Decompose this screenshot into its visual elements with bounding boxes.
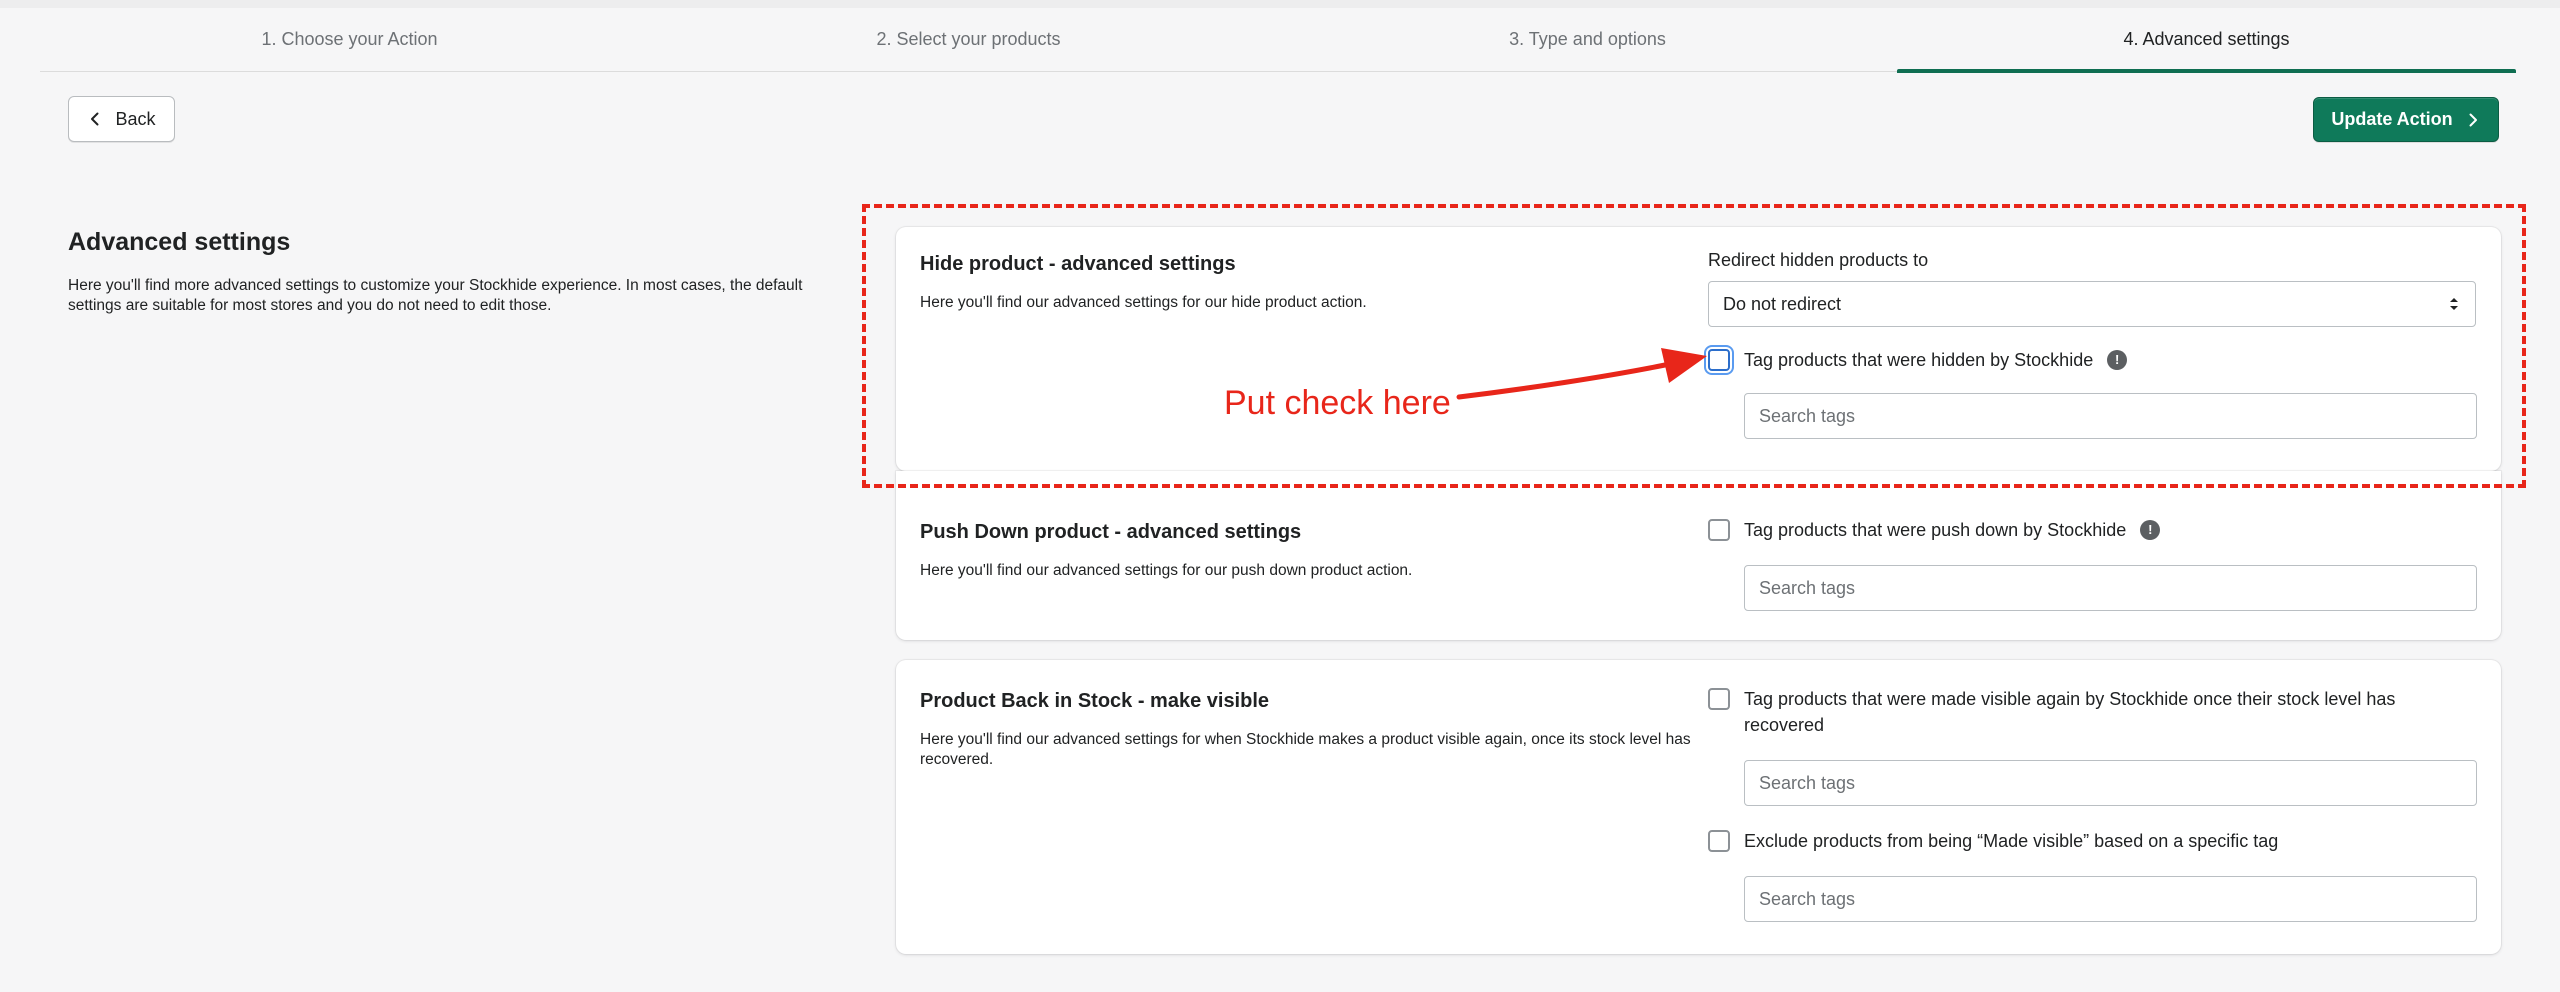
push-down-tag-checkbox[interactable] — [1708, 519, 1730, 541]
chevron-left-icon — [87, 111, 103, 127]
info-icon[interactable]: ! — [2107, 350, 2128, 371]
card-header: Push Down product - advanced settings He… — [920, 519, 1700, 581]
card-title: Product Back in Stock - make visible — [920, 690, 1270, 712]
made-visible-tags-search-input[interactable] — [1744, 760, 2477, 806]
annotation-text: Put check here — [1224, 384, 1451, 422]
card-description: Here you'll find our advanced settings f… — [920, 562, 1413, 579]
step-label: 2. Select your products — [876, 29, 1061, 49]
hide-tag-checkbox-row: Tag products that were hidden by Stockhi… — [1708, 347, 2476, 373]
push-down-tag-text: Tag products that were push down by Stoc… — [1744, 517, 2161, 543]
back-in-stock-options: Tag products that were made visible agai… — [1708, 686, 2477, 922]
push-down-tag-label: Tag products that were push down by Stoc… — [1744, 520, 2127, 540]
update-action-button[interactable]: Update Action — [2313, 97, 2499, 142]
info-icon[interactable]: ! — [2140, 520, 2161, 541]
hide-product-card: Hide product - advanced settings Here yo… — [896, 227, 2501, 471]
push-down-tags-search-input[interactable] — [1744, 565, 2477, 611]
page-description: Here you'll find more advanced settings … — [68, 277, 803, 314]
push-down-tag-option: Tag products that were push down by Stoc… — [1708, 517, 2477, 611]
card-title: Push Down product - advanced settings — [920, 521, 1302, 543]
hide-tags-search-input[interactable] — [1744, 393, 2477, 439]
hide-tag-label: Tag products that were hidden by Stockhi… — [1744, 350, 2094, 370]
back-button[interactable]: Back — [68, 96, 175, 142]
card-header: Hide product - advanced settings Here yo… — [920, 251, 1700, 313]
update-label: Update Action — [2331, 109, 2453, 129]
made-visible-tag-checkbox[interactable] — [1708, 688, 1730, 710]
card-description: Here you'll find our advanced settings f… — [920, 731, 1691, 768]
push-down-card: Push Down product - advanced settings He… — [896, 471, 2501, 640]
hide-tag-option: Tag products that were hidden by Stockhi… — [1708, 347, 2477, 439]
hide-tag-checkbox[interactable] — [1708, 349, 1730, 371]
hide-tag-text: Tag products that were hidden by Stockhi… — [1744, 347, 2128, 373]
push-down-checkbox-row: Tag products that were push down by Stoc… — [1708, 517, 2476, 543]
back-label: Back — [115, 108, 156, 129]
card-title: Hide product - advanced settings — [920, 253, 1236, 275]
redirect-value: Do not redirect — [1723, 293, 1842, 314]
redirect-field: Redirect hidden products to Do not redir… — [1708, 250, 2476, 327]
card-header: Product Back in Stock - make visible Her… — [920, 688, 1700, 770]
step-advanced-settings[interactable]: 4. Advanced settings — [1897, 8, 2516, 73]
back-in-stock-card: Product Back in Stock - make visible Her… — [896, 660, 2501, 954]
chevron-right-icon — [2465, 112, 2481, 128]
exclude-tag-checkbox[interactable] — [1708, 830, 1730, 852]
made-visible-checkbox-row: Tag products that were made visible agai… — [1708, 686, 2476, 738]
exclude-tag-label: Exclude products from being “Made visibl… — [1744, 831, 2279, 851]
redirect-select[interactable]: Do not redirect — [1708, 281, 2476, 327]
step-select-products[interactable]: 2. Select your products — [659, 8, 1278, 71]
select-arrows-icon — [2449, 295, 2459, 313]
step-label: 1. Choose your Action — [261, 29, 438, 49]
step-tabs: 1. Choose your Action 2. Select your pro… — [40, 8, 2516, 73]
made-visible-tag-label: Tag products that were made visible agai… — [1744, 689, 2396, 735]
step-choose-action[interactable]: 1. Choose your Action — [40, 8, 659, 71]
step-label: 4. Advanced settings — [2123, 29, 2290, 49]
step-label: 3. Type and options — [1509, 29, 1666, 49]
step-type-options[interactable]: 3. Type and options — [1278, 8, 1897, 71]
top-strip — [0, 0, 2560, 8]
page-title: Advanced settings — [68, 228, 291, 256]
card-description: Here you'll find our advanced settings f… — [920, 294, 1367, 311]
exclude-checkbox-row: Exclude products from being “Made visibl… — [1708, 828, 2476, 854]
exclude-tags-search-input[interactable] — [1744, 876, 2477, 922]
redirect-label: Redirect hidden products to — [1708, 250, 1929, 270]
